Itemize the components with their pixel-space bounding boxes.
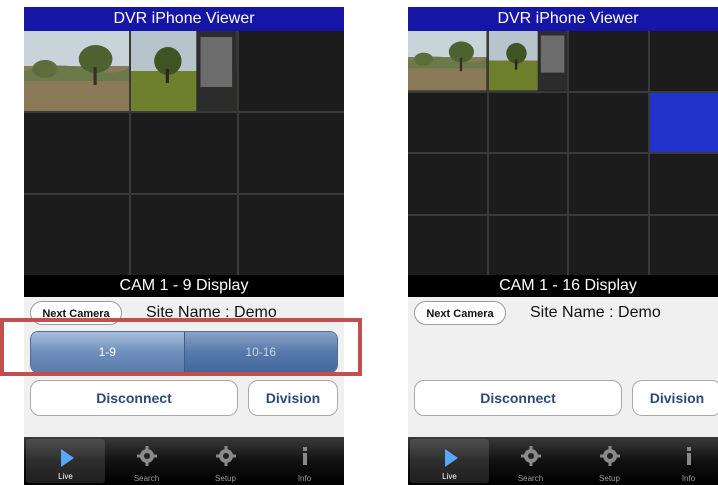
division-button[interactable]: Division — [248, 380, 338, 416]
camera-range-segmented-control: 1-9 10-16 — [30, 331, 338, 373]
camera-feed-image — [488, 31, 567, 91]
tab-info[interactable]: Info — [649, 437, 718, 485]
disconnect-button[interactable]: Disconnect — [30, 380, 238, 416]
segment-1-9[interactable]: 1-9 — [31, 332, 185, 372]
camera-cell-4[interactable] — [24, 113, 130, 193]
tab-live[interactable]: Live — [410, 439, 489, 483]
segment-10-16[interactable]: 10-16 — [184, 332, 337, 372]
tab-info[interactable]: Info — [265, 437, 344, 485]
tab-label: Live — [442, 472, 457, 481]
tab-search[interactable]: Search — [491, 437, 570, 485]
gear-icon — [599, 446, 620, 466]
next-camera-button[interactable]: Next Camera — [414, 301, 506, 325]
tab-label: Info — [681, 474, 696, 483]
camera-cell-6[interactable] — [488, 92, 567, 152]
info-icon — [302, 447, 307, 465]
camera-cell-5[interactable] — [408, 92, 487, 152]
camera-cell-8-selected[interactable] — [649, 92, 718, 152]
tab-label: Setup — [215, 474, 236, 483]
camera-cell-11[interactable] — [569, 154, 648, 214]
camera-cell-3[interactable] — [569, 31, 648, 91]
app-title: DVR iPhone Viewer — [24, 7, 344, 31]
phone-screen-left: DVR iPhone Viewer CAM 1 - 9 Display Next… — [24, 7, 344, 485]
camera-feed-image — [24, 31, 130, 111]
gear-icon — [136, 446, 157, 466]
camera-cell-5[interactable] — [131, 113, 237, 193]
tab-label: Info — [297, 474, 312, 483]
camera-feed-image — [131, 31, 237, 111]
camera-grid-4x4 — [408, 31, 718, 275]
camera-cell-12[interactable] — [649, 154, 718, 214]
division-button[interactable]: Division — [632, 380, 718, 416]
camera-cell-4[interactable] — [649, 31, 718, 91]
camera-cell-1[interactable] — [408, 31, 487, 91]
tab-setup[interactable]: Setup — [186, 437, 265, 485]
tab-label: Search — [133, 474, 160, 483]
tab-search[interactable]: Search — [107, 437, 186, 485]
camera-feed-image — [408, 31, 487, 91]
camera-cell-3[interactable] — [238, 31, 344, 111]
camera-cell-1[interactable] — [24, 31, 130, 111]
tab-bar: Live Search Setup Info — [24, 437, 344, 485]
tab-setup[interactable]: Setup — [570, 437, 649, 485]
app-title: DVR iPhone Viewer — [408, 7, 718, 31]
camera-cell-8[interactable] — [131, 195, 237, 275]
tab-label: Search — [517, 474, 544, 483]
play-icon — [60, 449, 74, 467]
tab-live[interactable]: Live — [26, 439, 105, 483]
gear-icon — [520, 446, 541, 466]
camera-cell-7[interactable] — [569, 92, 648, 152]
tab-label: Live — [58, 472, 73, 481]
phone-screen-right: DVR iPhone Viewer CAM 1 - 16 Display Nex… — [408, 7, 718, 485]
display-status-label: CAM 1 - 16 Display — [408, 275, 718, 297]
camera-cell-15[interactable] — [569, 215, 648, 275]
camera-cell-10[interactable] — [488, 154, 567, 214]
play-icon — [444, 449, 458, 467]
camera-cell-7[interactable] — [24, 195, 130, 275]
site-name-label: Site Name : Demo — [146, 304, 277, 321]
info-icon — [686, 447, 691, 465]
camera-grid-3x3 — [24, 31, 344, 275]
camera-cell-13[interactable] — [408, 215, 487, 275]
gear-icon — [215, 446, 236, 466]
camera-cell-16[interactable] — [649, 215, 718, 275]
site-name-label: Site Name : Demo — [530, 304, 661, 321]
camera-cell-6[interactable] — [238, 113, 344, 193]
tab-bar: Live Search Setup Info — [408, 437, 718, 485]
camera-cell-9[interactable] — [238, 195, 344, 275]
camera-cell-2[interactable] — [488, 31, 567, 91]
next-camera-button[interactable]: Next Camera — [30, 301, 122, 325]
camera-cell-14[interactable] — [488, 215, 567, 275]
disconnect-button[interactable]: Disconnect — [414, 380, 622, 416]
camera-cell-9[interactable] — [408, 154, 487, 214]
camera-cell-2[interactable] — [131, 31, 237, 111]
tab-label: Setup — [599, 474, 620, 483]
display-status-label: CAM 1 - 9 Display — [24, 275, 344, 297]
